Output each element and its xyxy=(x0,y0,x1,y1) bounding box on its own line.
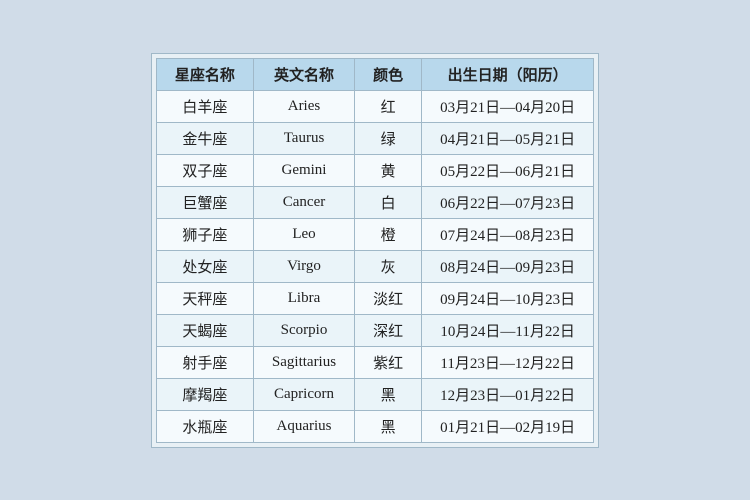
cell-chinese-name: 天秤座 xyxy=(156,282,253,314)
cell-chinese-name: 天蝎座 xyxy=(156,314,253,346)
cell-color: 红 xyxy=(355,90,422,122)
cell-english-name: Capricorn xyxy=(253,378,354,410)
cell-english-name: Scorpio xyxy=(253,314,354,346)
cell-dates: 04月21日—05月21日 xyxy=(422,122,594,154)
cell-color: 黄 xyxy=(355,154,422,186)
table-row: 处女座Virgo灰08月24日—09月23日 xyxy=(156,250,593,282)
cell-chinese-name: 射手座 xyxy=(156,346,253,378)
cell-color: 灰 xyxy=(355,250,422,282)
cell-color: 橙 xyxy=(355,218,422,250)
cell-dates: 09月24日—10月23日 xyxy=(422,282,594,314)
table-row: 射手座Sagittarius紫红11月23日—12月22日 xyxy=(156,346,593,378)
cell-color: 紫红 xyxy=(355,346,422,378)
cell-english-name: Leo xyxy=(253,218,354,250)
cell-english-name: Cancer xyxy=(253,186,354,218)
cell-chinese-name: 处女座 xyxy=(156,250,253,282)
cell-dates: 10月24日—11月22日 xyxy=(422,314,594,346)
table-row: 白羊座Aries红03月21日—04月20日 xyxy=(156,90,593,122)
cell-dates: 05月22日—06月21日 xyxy=(422,154,594,186)
table-row: 金牛座Taurus绿04月21日—05月21日 xyxy=(156,122,593,154)
cell-color: 淡红 xyxy=(355,282,422,314)
header-chinese-name: 星座名称 xyxy=(156,58,253,90)
cell-chinese-name: 摩羯座 xyxy=(156,378,253,410)
cell-english-name: Aquarius xyxy=(253,410,354,442)
cell-chinese-name: 双子座 xyxy=(156,154,253,186)
cell-dates: 12月23日—01月22日 xyxy=(422,378,594,410)
cell-chinese-name: 水瓶座 xyxy=(156,410,253,442)
cell-dates: 03月21日—04月20日 xyxy=(422,90,594,122)
cell-chinese-name: 巨蟹座 xyxy=(156,186,253,218)
cell-english-name: Libra xyxy=(253,282,354,314)
table-row: 水瓶座Aquarius黑01月21日—02月19日 xyxy=(156,410,593,442)
header-dates: 出生日期（阳历） xyxy=(422,58,594,90)
cell-chinese-name: 金牛座 xyxy=(156,122,253,154)
table-row: 摩羯座Capricorn黑12月23日—01月22日 xyxy=(156,378,593,410)
table-row: 天蝎座Scorpio深红10月24日—11月22日 xyxy=(156,314,593,346)
cell-dates: 08月24日—09月23日 xyxy=(422,250,594,282)
cell-dates: 01月21日—02月19日 xyxy=(422,410,594,442)
cell-dates: 11月23日—12月22日 xyxy=(422,346,594,378)
cell-color: 黑 xyxy=(355,378,422,410)
zodiac-table: 星座名称 英文名称 颜色 出生日期（阳历） 白羊座Aries红03月21日—04… xyxy=(156,58,594,443)
table-row: 巨蟹座Cancer白06月22日—07月23日 xyxy=(156,186,593,218)
table-row: 天秤座Libra淡红09月24日—10月23日 xyxy=(156,282,593,314)
cell-english-name: Taurus xyxy=(253,122,354,154)
table-row: 双子座Gemini黄05月22日—06月21日 xyxy=(156,154,593,186)
cell-english-name: Aries xyxy=(253,90,354,122)
cell-dates: 06月22日—07月23日 xyxy=(422,186,594,218)
cell-color: 绿 xyxy=(355,122,422,154)
cell-chinese-name: 白羊座 xyxy=(156,90,253,122)
header-english-name: 英文名称 xyxy=(253,58,354,90)
cell-color: 黑 xyxy=(355,410,422,442)
cell-english-name: Virgo xyxy=(253,250,354,282)
table-row: 狮子座Leo橙07月24日—08月23日 xyxy=(156,218,593,250)
header-color: 颜色 xyxy=(355,58,422,90)
cell-color: 白 xyxy=(355,186,422,218)
table-header-row: 星座名称 英文名称 颜色 出生日期（阳历） xyxy=(156,58,593,90)
cell-english-name: Gemini xyxy=(253,154,354,186)
table-body: 白羊座Aries红03月21日—04月20日金牛座Taurus绿04月21日—0… xyxy=(156,90,593,442)
cell-chinese-name: 狮子座 xyxy=(156,218,253,250)
cell-english-name: Sagittarius xyxy=(253,346,354,378)
cell-dates: 07月24日—08月23日 xyxy=(422,218,594,250)
zodiac-table-container: 星座名称 英文名称 颜色 出生日期（阳历） 白羊座Aries红03月21日—04… xyxy=(151,53,599,448)
cell-color: 深红 xyxy=(355,314,422,346)
